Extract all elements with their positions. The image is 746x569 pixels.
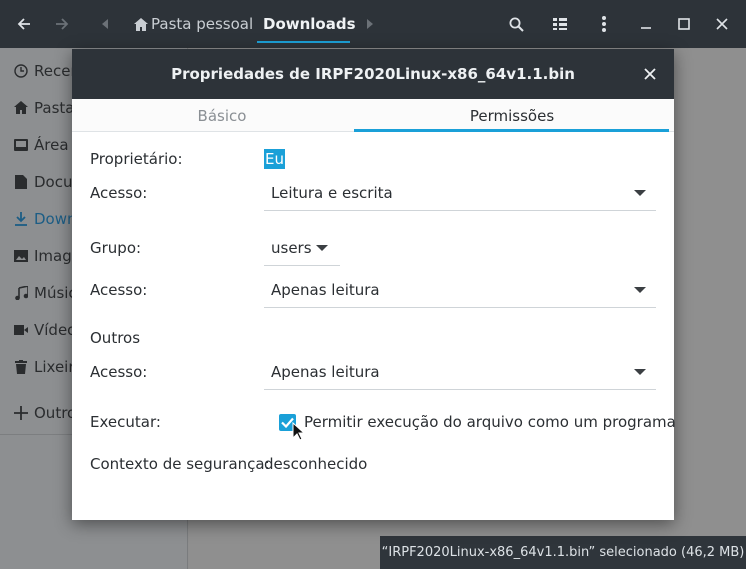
document-icon (15, 174, 27, 189)
headerbar: Pasta pessoal Downloads (0, 0, 746, 48)
sidebar-item-label: Lixeir (34, 357, 75, 376)
breadcrumb-label: Downloads (263, 15, 356, 33)
mouse-pointer-icon (292, 422, 304, 441)
execute-checkbox-label[interactable]: Permitir execução do arquivo como um pro… (304, 413, 676, 431)
home-icon (14, 101, 28, 114)
home-icon (134, 17, 148, 31)
sidebar-item-label: Outro (34, 403, 77, 422)
breadcrumb-home[interactable]: Pasta pessoal (134, 0, 253, 48)
sidebar-item-label: Pasta (34, 98, 75, 117)
group-access-combo[interactable]: Apenas leitura (264, 274, 656, 308)
chevron-down-icon (316, 245, 328, 251)
chevron-down-icon (634, 190, 646, 196)
owner-access-combo[interactable]: Leitura e escrita (264, 177, 656, 211)
tab-basic[interactable]: Básico (72, 99, 372, 132)
dialog-close-button[interactable] (638, 62, 662, 86)
kebab-menu-icon (602, 16, 606, 32)
minimize-icon (641, 27, 651, 29)
chevron-right-icon (367, 19, 373, 29)
close-icon (644, 68, 656, 80)
view-toggle-button[interactable] (544, 0, 576, 48)
maximize-button[interactable] (668, 0, 700, 48)
video-icon (14, 324, 28, 335)
owner-access-label: Acesso: (90, 184, 148, 202)
combo-value: Apenas leitura (271, 363, 380, 381)
breadcrumb-label: Pasta pessoal (151, 15, 254, 33)
tab-label: Básico (197, 106, 247, 125)
window-close-button[interactable] (706, 0, 738, 48)
breadcrumb-scroll-right[interactable] (362, 0, 378, 48)
others-access-combo[interactable]: Apenas leitura (264, 356, 656, 390)
combo-value: Leitura e escrita (271, 184, 393, 202)
download-icon (15, 211, 27, 226)
back-button[interactable] (8, 0, 40, 48)
security-context-label: Contexto de segurança: (90, 455, 270, 473)
image-icon (14, 249, 28, 262)
dialog-title: Propriedades de IRPF2020Linux-x86_64v1.1… (171, 65, 575, 83)
forward-button[interactable] (46, 0, 78, 48)
menu-button[interactable] (588, 0, 620, 48)
security-context-value: desconhecido (264, 455, 368, 473)
sidebar-item-label: Vídeo (34, 320, 77, 339)
group-combo[interactable]: users (264, 232, 340, 266)
group-label: Grupo: (90, 239, 142, 257)
arrow-right-icon (56, 18, 69, 30)
sidebar-item-label: Down (34, 209, 77, 228)
group-access-label: Acesso: (90, 281, 148, 299)
chevron-down-icon (634, 287, 646, 293)
dialog-titlebar: Propriedades de IRPF2020Linux-x86_64v1.1… (72, 49, 674, 99)
breadcrumb-scroll-left[interactable] (96, 0, 114, 48)
sidebar-item-label: Músic (34, 283, 77, 302)
list-view-icon (553, 18, 567, 30)
combo-value: Apenas leitura (271, 281, 380, 299)
status-text: “IRPF2020Linux-x86_64v1.1.bin” seleciona… (381, 545, 745, 560)
tab-permissions[interactable]: Permissões (362, 99, 662, 132)
trash-icon (15, 359, 27, 374)
desktop-icon (14, 138, 28, 151)
execute-label: Executar: (90, 413, 161, 431)
plus-icon (14, 405, 28, 420)
properties-dialog: Propriedades de IRPF2020Linux-x86_64v1.1… (72, 49, 676, 520)
dialog-tabs: Básico Permissões (72, 99, 674, 132)
others-heading: Outros (90, 329, 141, 347)
maximize-icon (678, 18, 690, 30)
clock-icon (14, 63, 28, 78)
status-bar: “IRPF2020Linux-x86_64v1.1.bin” seleciona… (380, 536, 746, 569)
chevron-down-icon (634, 369, 646, 375)
owner-label: Proprietário: (90, 150, 183, 168)
music-icon (14, 285, 28, 300)
tab-active-indicator (354, 129, 669, 132)
search-button[interactable] (500, 0, 532, 48)
chevron-left-icon (102, 19, 108, 29)
tab-label: Permissões (469, 106, 555, 125)
combo-value: users (271, 239, 312, 257)
close-icon (716, 18, 728, 30)
arrow-left-icon (17, 18, 30, 30)
owner-value[interactable]: Eu (264, 149, 285, 169)
search-icon (509, 17, 524, 32)
breadcrumb-active-indicator (257, 41, 350, 43)
minimize-button[interactable] (630, 0, 662, 48)
others-access-label: Acesso: (90, 363, 148, 381)
